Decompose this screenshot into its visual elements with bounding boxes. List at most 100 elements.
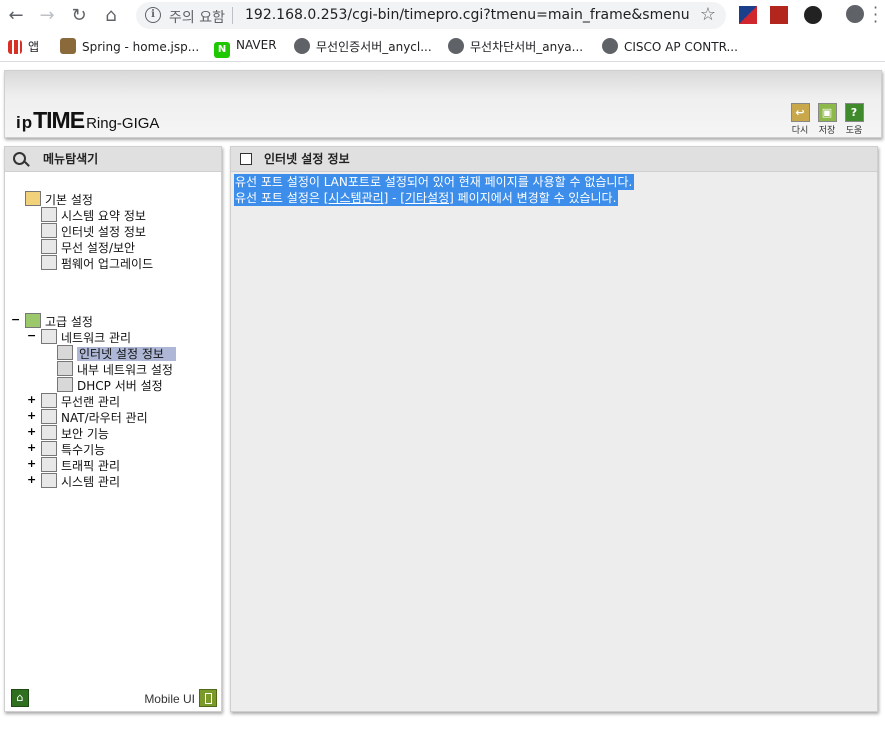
message-line-1: 유선 포트 설정이 LAN포트로 설정되어 있어 현재 페이지를 사용할 수 없… <box>234 174 635 190</box>
feature-icon <box>41 441 57 456</box>
home-button[interactable]: ⌂ <box>11 689 29 707</box>
page-icon <box>240 153 252 165</box>
apps-grid-icon <box>8 40 22 54</box>
address-bar[interactable]: i 주의 요함 192.168.0.253/cgi-bin/timepro.cg… <box>136 2 726 29</box>
tree-label: 트래픽 관리 <box>61 459 121 473</box>
other-settings-link[interactable]: [기타설정] <box>400 191 454 205</box>
expand-toggle-icon[interactable]: + <box>27 457 36 470</box>
tree-wireless-lan[interactable]: 무선랜 관리 <box>41 393 120 410</box>
tree-label: 고급 설정 <box>45 315 93 329</box>
logo-time: TIME <box>33 107 85 133</box>
tree-traffic-management[interactable]: 트래픽 관리 <box>41 457 120 474</box>
forward-icon[interactable]: → <box>35 4 59 28</box>
bookmark-label: 무선인증서버_anycl... <box>316 40 432 54</box>
omnibox-divider <box>232 7 233 24</box>
tree-label: DHCP 서버 설정 <box>77 379 163 393</box>
tree-advanced-settings[interactable]: 고급 설정 <box>25 313 93 330</box>
bookmark-label: NAVER <box>236 38 277 52</box>
wireless-icon <box>41 239 57 254</box>
tree-label: 보안 기능 <box>61 427 109 441</box>
tree-dhcp-server[interactable]: DHCP 서버 설정 <box>57 377 163 394</box>
naver-favicon-icon: N <box>214 42 230 58</box>
expand-toggle-icon[interactable]: + <box>27 393 36 406</box>
router-icon <box>41 409 57 424</box>
security-label[interactable]: 주의 요함 <box>169 7 225 27</box>
bookmark-label: 앱 <box>28 40 40 54</box>
tree-system-summary[interactable]: 시스템 요약 정보 <box>41 207 146 224</box>
collapse-toggle-icon[interactable]: − <box>11 313 20 326</box>
folder-icon <box>25 191 41 206</box>
bookmark-label: CISCO AP CONTR... <box>624 40 738 54</box>
tree-system-management[interactable]: 시스템 관리 <box>41 473 120 490</box>
pdf-extension-icon[interactable] <box>770 6 788 24</box>
extension-flag-icon[interactable] <box>739 6 757 24</box>
save-button[interactable]: ▣ 저장 <box>816 103 838 136</box>
expand-toggle-icon[interactable]: + <box>27 473 36 486</box>
tree-label: 네트워크 관리 <box>61 331 132 345</box>
bar-chart-icon <box>41 207 57 222</box>
bookmark-cisco[interactable]: CISCO AP CONTR... <box>602 38 738 54</box>
refresh-button[interactable]: ↩ 다시 <box>789 103 811 136</box>
tree-label: 내부 네트워크 설정 <box>77 363 173 377</box>
tree-label: 인터넷 설정 정보 <box>77 347 176 361</box>
search-icon <box>13 152 26 165</box>
bookmark-apps[interactable]: 앱 <box>8 38 39 55</box>
bookmark-star-icon[interactable]: ☆ <box>700 4 716 25</box>
page-icon <box>57 377 73 392</box>
tree-firmware-upgrade[interactable]: 펌웨어 업그레이드 <box>41 255 153 272</box>
menu-explorer-title: 메뉴탐색기 <box>43 152 99 166</box>
tree-label: 무선랜 관리 <box>61 395 121 409</box>
tree-internet-settings-selected[interactable]: 인터넷 설정 정보 <box>57 345 176 362</box>
bookmark-spring[interactable]: Spring - home.jsp... <box>60 38 199 54</box>
tree-label: 인터넷 설정 정보 <box>61 225 146 239</box>
info-icon[interactable]: i <box>145 7 161 23</box>
tree-internet-settings[interactable]: 인터넷 설정 정보 <box>41 223 146 240</box>
tree-wireless-security[interactable]: 무선 설정/보안 <box>41 239 135 256</box>
refresh-icon: ↩ <box>790 103 810 122</box>
bookmarks-bar: 앱 Spring - home.jsp... N NAVER 무선인증서버_any… <box>0 32 885 62</box>
bar-chart-icon <box>41 473 57 488</box>
bookmark-naver[interactable]: N NAVER <box>214 38 277 58</box>
help-button[interactable]: ? 도움 <box>843 103 865 136</box>
menu-explorer-panel: 메뉴탐색기 기본 설정 시스템 요약 정보 인터넷 설정 정보 무선 설정/보안… <box>4 146 222 712</box>
help-label: 도움 <box>845 126 863 136</box>
bookmark-block-server[interactable]: 무선차단서버_anya... <box>448 38 583 55</box>
content-title: 인터넷 설정 정보 <box>264 152 350 166</box>
globe-icon <box>602 38 618 54</box>
traffic-chart-icon <box>41 457 57 472</box>
tree-special-features[interactable]: 특수기능 <box>41 441 105 458</box>
router-admin-page: ipTIME Ring-GIGA ↩ 다시 ▣ 저장 ? 도움 메뉴탐색기 기본 … <box>0 62 885 733</box>
back-icon[interactable]: ← <box>4 4 28 28</box>
system-management-link[interactable]: [시스템관리] <box>324 191 389 205</box>
tree-nat-router[interactable]: NAT/라우터 관리 <box>41 409 148 426</box>
profile-icon[interactable] <box>846 5 864 23</box>
globe-icon <box>294 38 310 54</box>
tree-network-management[interactable]: 네트워크 관리 <box>41 329 131 346</box>
expand-toggle-icon[interactable]: + <box>27 409 36 422</box>
tree-security[interactable]: 보안 기능 <box>41 425 109 442</box>
mobile-ui-label[interactable]: Mobile UI <box>144 692 195 706</box>
tree-label: 시스템 요약 정보 <box>61 209 146 223</box>
collapse-toggle-icon[interactable]: − <box>27 329 36 342</box>
message-text: 페이지에서 변경할 수 있습니다. <box>453 191 617 205</box>
browser-menu-icon[interactable]: · · · <box>873 0 881 30</box>
globe-icon <box>448 38 464 54</box>
url-text[interactable]: 192.168.0.253/cgi-bin/timepro.cgi?tmenu=… <box>245 7 690 23</box>
bookmark-auth-server[interactable]: 무선인증서버_anycl... <box>294 38 432 55</box>
iptime-logo: ipTIME Ring-GIGA <box>16 107 159 134</box>
upgrade-icon <box>41 255 57 270</box>
tree-label: NAT/라우터 관리 <box>61 411 148 425</box>
reload-icon[interactable]: ↻ <box>67 4 91 28</box>
expand-toggle-icon[interactable]: + <box>27 441 36 454</box>
tree-label: 펌웨어 업그레이드 <box>61 257 154 271</box>
tree-internal-network[interactable]: 내부 네트워크 설정 <box>57 361 173 378</box>
home-icon[interactable]: ⌂ <box>99 4 123 28</box>
expand-toggle-icon[interactable]: + <box>27 425 36 438</box>
mobile-icon[interactable] <box>199 689 217 707</box>
page-icon <box>57 345 73 360</box>
incognito-extension-icon[interactable] <box>804 6 822 24</box>
tree-label: 시스템 관리 <box>61 475 121 489</box>
header-frame: ipTIME Ring-GIGA ↩ 다시 ▣ 저장 ? 도움 <box>4 70 882 138</box>
logo-model: Ring-GIGA <box>86 115 160 132</box>
tree-basic-settings[interactable]: 기본 설정 <box>25 191 93 208</box>
